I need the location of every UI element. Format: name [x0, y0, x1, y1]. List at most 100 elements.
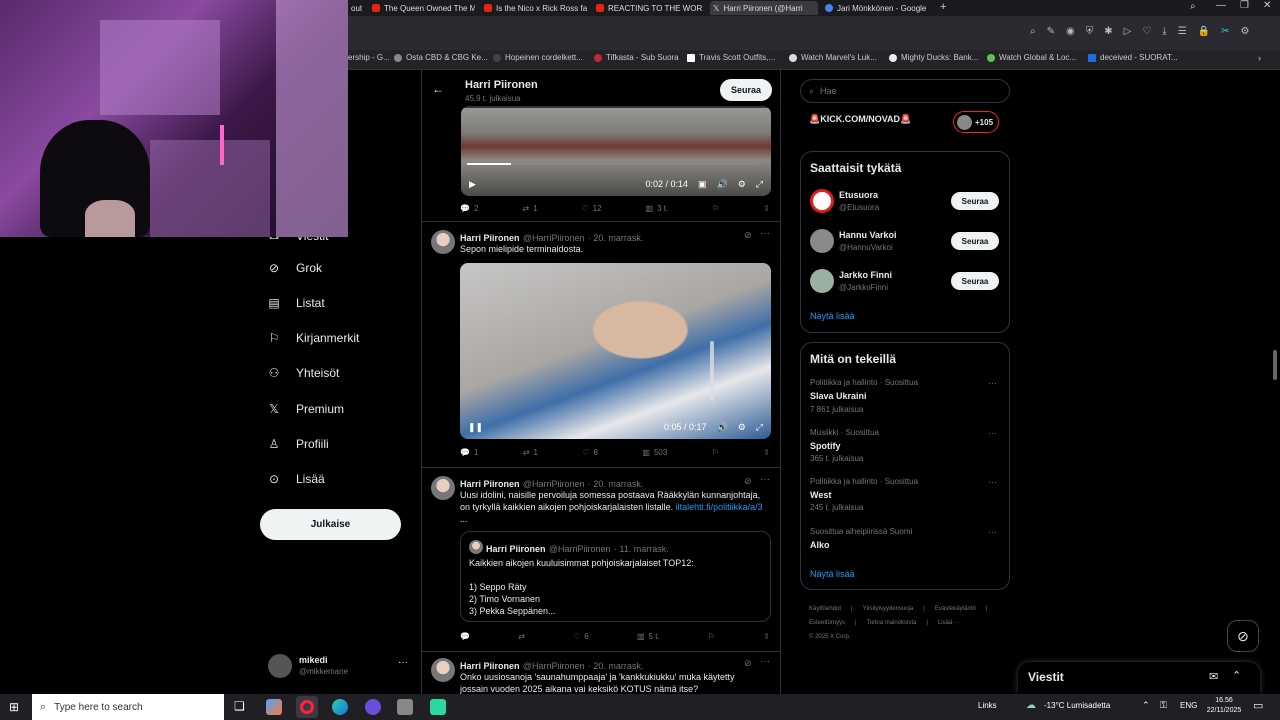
bookmark-button[interactable]: ⚐ — [712, 448, 719, 457]
taskbar-search[interactable]: ⌕ Type here to search — [32, 694, 224, 720]
more-dots-icon[interactable]: ··· — [760, 228, 770, 239]
live-badge[interactable]: +105 — [953, 111, 999, 133]
views-button[interactable]: ▥ 5 t. — [637, 632, 660, 641]
avatar[interactable] — [431, 658, 455, 682]
volume-icon[interactable]: 🔊 — [717, 179, 728, 190]
more-dots-icon[interactable]: ··· — [988, 527, 997, 537]
share-button[interactable]: ⇪ — [763, 448, 770, 457]
tweet[interactable]: Harri Piironen @HarriPiironen · 20. marr… — [422, 652, 780, 694]
bookmark-button[interactable]: ⚐ — [708, 632, 715, 641]
nav-item-communities[interactable]: ⚇ Yhteisöt — [266, 365, 340, 381]
bookmark-button[interactable]: ⚐ — [712, 204, 719, 213]
app-icon[interactable] — [397, 699, 413, 715]
video-player[interactable]: ❚❚ 0:05 / 0:17 🔊 ⚙ ⤢ — [460, 263, 771, 439]
grok-float-button[interactable]: ⊘ — [1227, 620, 1259, 652]
messages-drawer[interactable]: Viestit ✉ ⌃ — [1018, 662, 1260, 694]
fullscreen-icon[interactable]: ⤢ — [756, 422, 763, 433]
clock[interactable]: 16.56 22/11/2025 — [1202, 696, 1246, 716]
repost-button[interactable]: ⇄ — [518, 632, 525, 641]
nav-item-bookmarks[interactable]: ⚐ Kirjanmerkit — [266, 330, 360, 346]
bookmark[interactable]: Osta CBD & CBG Ke... — [394, 53, 488, 62]
bookmark[interactable]: Hopeinen cordelkett... — [493, 53, 583, 62]
notifications-icon[interactable]: ▭ — [1253, 699, 1263, 712]
follow-button[interactable]: Seuraa — [951, 272, 999, 290]
close-icon[interactable]: ✕ — [1263, 0, 1271, 11]
captions-icon[interactable]: ▣ — [698, 179, 707, 190]
camera-icon[interactable]: ◉ — [1066, 26, 1075, 37]
footer-link[interactable]: Esteettömyys — [809, 616, 845, 630]
browser-tab[interactable]: Jari Mönkkönen - Google — [822, 1, 934, 15]
shield-icon[interactable]: ⛨ — [1086, 26, 1094, 37]
bookmark[interactable]: Tifkasta - Sub Suora — [594, 53, 679, 62]
post-button[interactable]: Julkaise — [260, 509, 401, 540]
play-icon[interactable]: ▶ — [469, 179, 476, 190]
bookmark[interactable]: ership - G... — [348, 53, 390, 62]
footer-link[interactable]: Evästekäytäntö — [935, 602, 976, 616]
account-switcher[interactable]: mikedi @mikkemane ··· — [268, 654, 408, 680]
tweet-link[interactable]: iltalehti.fi/politiikka/a/3 — [676, 502, 763, 512]
suggestion-row[interactable]: Hannu Varkoi @HannuVarkoi Seuraa — [801, 226, 1009, 260]
repost-button[interactable]: ⇄ 1 — [523, 448, 538, 457]
share-button[interactable]: ⇪ — [763, 632, 770, 641]
discord-icon[interactable] — [365, 699, 381, 715]
fullscreen-icon[interactable]: ⤢ — [756, 179, 763, 190]
video-progress-track[interactable] — [467, 163, 757, 165]
footer-link[interactable]: Tietoa mainoksista — [867, 616, 917, 630]
like-button[interactable]: ♡ 12 — [581, 204, 601, 213]
bookmark[interactable]: Watch Marvel's Luk... — [789, 53, 877, 62]
edge-icon[interactable] — [332, 699, 348, 715]
more-dots-icon[interactable]: ··· — [988, 428, 997, 438]
edit-icon[interactable]: ✎ — [1047, 26, 1055, 37]
app-icon[interactable] — [430, 699, 446, 715]
like-button[interactable]: ♡ 8 — [582, 448, 598, 457]
footer-link[interactable]: Lisää ··· — [938, 616, 960, 630]
avatar[interactable] — [431, 230, 455, 254]
heart-icon[interactable]: ♡ — [1142, 26, 1151, 37]
nav-item-profile[interactable]: ♙ Profiili — [266, 436, 329, 452]
tweet-date[interactable]: · 20. marrask. — [588, 233, 644, 243]
tweet-author-handle[interactable]: @HarriPiironen — [523, 661, 585, 671]
trend-item[interactable]: Suosittua aiheipiirissä Suomi Alko ··· — [801, 527, 1009, 557]
lock-icon[interactable]: 🔒 — [1198, 26, 1210, 37]
share-button[interactable]: ⇪ — [763, 204, 770, 213]
tweet-date[interactable]: · 20. marrask. — [588, 661, 644, 671]
expand-icon[interactable]: ⌃ — [1232, 669, 1241, 682]
browser-tab-active[interactable]: 𝕏 Harri Piironen (@Harri — [710, 1, 818, 15]
windows-start-icon[interactable]: ⊞ — [9, 700, 19, 714]
task-view-icon[interactable]: ❏ — [234, 699, 245, 713]
more-dots-icon[interactable]: ··· — [760, 474, 770, 485]
views-button[interactable]: ▥ 3 t. — [646, 204, 669, 213]
footer-link[interactable]: Käyttöehdot — [809, 602, 841, 616]
browser-tab[interactable]: outT — [348, 1, 362, 15]
nav-item-grok[interactable]: ⊘ Grok — [266, 260, 322, 276]
browser-tab[interactable]: The Queen Owned The M — [369, 1, 475, 15]
volume-slider[interactable] — [710, 341, 714, 401]
search-bar[interactable]: ⌕ — [800, 79, 1010, 103]
search-icon[interactable]: ⌕ — [1030, 26, 1036, 37]
browser-tab[interactable]: Is the Nico x Rick Ross fal — [481, 1, 587, 15]
opera-gx-taskbar-button[interactable] — [296, 696, 318, 718]
bookmark[interactable]: Travis Scott Outfits,... — [687, 53, 775, 62]
browser-tab[interactable]: REACTING TO THE WORST — [593, 1, 703, 15]
views-button[interactable]: ▥ 503 — [642, 448, 667, 457]
tweet-author-name[interactable]: Harri Piironen — [460, 661, 520, 671]
nav-item-premium[interactable]: 𝕏 Premium — [266, 401, 344, 417]
avatar[interactable] — [431, 476, 455, 500]
follow-button[interactable]: Seuraa — [951, 232, 999, 250]
tray-chevron-icon[interactable]: ⌃ — [1142, 700, 1150, 711]
reply-button[interactable]: 💬 2 — [460, 204, 478, 213]
tweet-author-handle[interactable]: @HarriPiironen — [523, 479, 585, 489]
trend-item[interactable]: Musiikki · Suosittua Spotify 365 t. julk… — [801, 428, 1009, 472]
tweet-date[interactable]: · 20. marrask. — [588, 479, 644, 489]
more-dots-icon[interactable]: ··· — [398, 657, 408, 668]
tweet[interactable]: Harri Piironen @HarriPiironen · 20. marr… — [422, 468, 780, 652]
extension-icon[interactable]: ✱ — [1104, 26, 1112, 37]
bookmark[interactable]: Watch Global & Loc... — [987, 53, 1076, 62]
more-dots-icon[interactable]: ··· — [988, 378, 997, 388]
pause-icon[interactable]: ❚❚ — [468, 422, 483, 433]
browser-logo-icon[interactable]: ✂ — [1221, 26, 1229, 37]
live-banner-text[interactable]: 🚨KICK.COM/NOVAD🚨 — [809, 114, 911, 125]
settings-icon[interactable]: ⚙ — [738, 422, 746, 433]
more-dots-icon[interactable]: ··· — [988, 477, 997, 487]
settings-icon[interactable]: ⚙ — [1241, 26, 1250, 37]
